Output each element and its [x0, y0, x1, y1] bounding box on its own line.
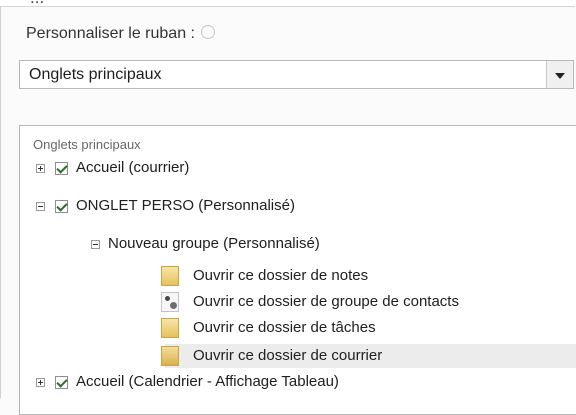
tree-item-mail-folder[interactable]: Ouvrir ce dossier de courrier — [161, 344, 576, 368]
customize-ribbon-label: Personnaliser le ruban : — [26, 25, 195, 42]
tree-item-contact-group-folder[interactable]: Ouvrir ce dossier de groupe de contacts — [28, 290, 573, 314]
ribbon-customization-panel: Personnaliser le ruban : Onglets princip… — [0, 6, 576, 415]
tree-item-notes-folder[interactable]: Ouvrir ce dossier de notes — [28, 264, 573, 288]
checkbox-icon[interactable] — [55, 376, 68, 389]
ribbon-tabs-dropdown[interactable]: Onglets principaux — [19, 60, 574, 89]
tree-item-label: Ouvrir ce dossier de courrier — [193, 347, 383, 364]
tree-caption: Onglets principaux — [33, 137, 141, 152]
mail-folder-icon — [161, 346, 179, 366]
customize-ribbon-heading: Personnaliser le ruban : — [26, 25, 215, 43]
tree-item-label: ONGLET PERSO (Personnalisé) — [76, 197, 295, 214]
ribbon-tabs-dropdown-value: Onglets principaux — [29, 66, 162, 83]
collapse-icon[interactable] — [91, 240, 100, 249]
notes-folder-icon — [161, 266, 179, 286]
contact-group-folder-icon — [161, 292, 179, 312]
tree-item-tasks-folder[interactable]: Ouvrir ce dossier de tâches — [28, 316, 573, 340]
tree-item-onglet-perso[interactable]: ONGLET PERSO (Personnalisé) — [28, 194, 573, 218]
tree-item-accueil-courrier[interactable]: Accueil (courrier) — [28, 156, 573, 180]
tree-item-nouveau-groupe[interactable]: Nouveau groupe (Personnalisé) — [28, 232, 573, 256]
tree-item-label: Ouvrir ce dossier de notes — [193, 267, 369, 284]
tree-item-label: Accueil (Calendrier - Affichage Tableau) — [76, 373, 339, 390]
tree-item-label: Ouvrir ce dossier de tâches — [193, 319, 376, 336]
ribbon-tabs-tree[interactable]: Onglets principaux Accueil (courrier) ON… — [19, 125, 576, 415]
checkbox-icon[interactable] — [55, 200, 68, 213]
collapse-icon[interactable] — [36, 202, 45, 211]
tree-item-accueil-calendrier[interactable]: Accueil (Calendrier - Affichage Tableau) — [28, 370, 573, 394]
tree-item-label: Ouvrir ce dossier de groupe de contacts — [193, 293, 459, 310]
expand-icon[interactable] — [36, 378, 45, 387]
chevron-down-icon[interactable] — [546, 61, 573, 88]
expand-icon[interactable] — [36, 164, 45, 173]
tree-item-label: Nouveau groupe (Personnalisé) — [108, 235, 320, 252]
checkbox-icon[interactable] — [55, 162, 68, 175]
tasks-folder-icon — [161, 318, 179, 338]
info-icon — [200, 25, 215, 39]
tree-item-label: Accueil (courrier) — [76, 159, 190, 176]
